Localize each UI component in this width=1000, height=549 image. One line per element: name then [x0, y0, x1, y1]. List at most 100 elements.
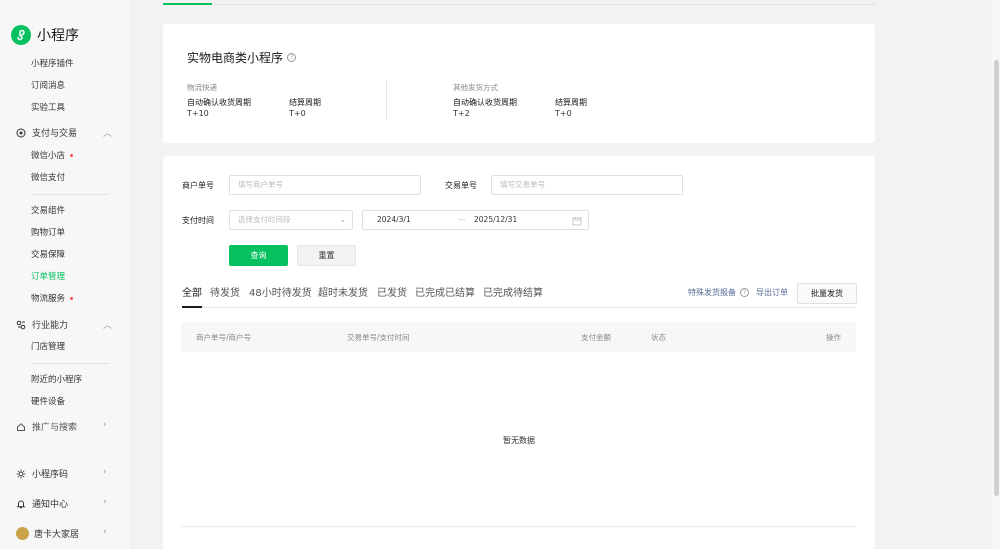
tab-pending-ship[interactable]: 待发货 — [210, 284, 240, 299]
tab-active-underline — [182, 306, 202, 308]
chevron-right-icon: › — [103, 497, 107, 507]
date-end: 2025/12/31 — [474, 215, 518, 224]
th-trade: 交易单号/支付时间 — [347, 333, 410, 342]
special-report-link[interactable]: 特殊发货报备 ? — [688, 287, 749, 298]
miniprogram-logo-icon — [11, 25, 31, 45]
sidebar-item-notify-label: 通知中心 — [32, 500, 69, 510]
search-button[interactable]: 查询 — [229, 245, 288, 266]
trade-no-label: 交易单号 — [445, 181, 477, 190]
th-merchant: 商户单号/商户号 — [196, 333, 252, 342]
calendar-icon — [572, 215, 582, 233]
th-amount: 支付金额 — [581, 333, 611, 342]
chevron-right-icon: › — [103, 420, 107, 430]
sidebar-group-industry-label: 行业能力 — [32, 321, 69, 331]
top-tabs-line — [163, 4, 876, 5]
logistics-settle-label: 结算周期 — [289, 98, 321, 107]
th-status: 状态 — [651, 333, 666, 342]
app-title: 小程序 — [37, 28, 79, 44]
sidebar-item-store-management[interactable]: 门店管理 — [31, 341, 65, 353]
chevron-up-icon: ︿ — [103, 321, 113, 331]
table-bottom-line — [181, 526, 856, 527]
tab-overdue[interactable]: 超时未发货 — [318, 284, 368, 299]
tabs-divider — [182, 307, 856, 308]
sidebar-item-account[interactable]: 唐卡大家居 › — [16, 527, 107, 540]
tab-completed-unsettled[interactable]: 已完成待结算 — [483, 284, 543, 299]
home-icon — [16, 422, 26, 432]
avatar — [16, 527, 29, 540]
sidebar-item-qrcode-label: 小程序码 — [32, 470, 69, 480]
pay-icon — [16, 128, 26, 138]
chevron-right-icon: › — [103, 467, 107, 477]
table-header: 商户单号/商户号 交易单号/支付时间 支付金额 状态 操作 — [181, 322, 856, 352]
sidebar-item-wxshop-label: 微信小店 — [31, 151, 66, 161]
red-dot-badge — [70, 297, 74, 300]
th-actions: 操作 — [826, 333, 841, 342]
sidebar-group-pay-label: 支付与交易 — [32, 129, 78, 139]
special-report-label: 特殊发货报备 — [688, 288, 736, 297]
date-range-picker[interactable]: 2024/3/1 — 2025/12/31 — [362, 210, 589, 230]
other-confirm-value: T+2 — [453, 109, 470, 118]
merchant-no-input[interactable]: 填写商户单号 — [229, 175, 421, 195]
sidebar-item-trade-component[interactable]: 交易组件 — [31, 205, 65, 217]
sidebar-item-order-management[interactable]: 订单管理 — [31, 271, 65, 283]
date-separator: — — [458, 215, 466, 224]
sidebar-item-wxshop[interactable]: 微信小店 — [31, 150, 74, 162]
sidebar-item-logistics-label: 物流服务 — [31, 294, 66, 304]
sidebar-item-wxpay[interactable]: 微信支付 — [31, 172, 65, 184]
chevron-down-icon: ⌄ — [339, 215, 346, 224]
logistics-confirm-value: T+10 — [187, 109, 209, 118]
sidebar-group-pay[interactable]: 支付与交易 ︿ — [16, 126, 112, 139]
red-dot-badge — [70, 154, 74, 157]
logistics-settle-value: T+0 — [289, 109, 306, 118]
tab-shipped[interactable]: 已发货 — [377, 284, 407, 299]
batch-ship-button[interactable]: 批量发货 — [797, 283, 857, 304]
sidebar-item-hardware[interactable]: 硬件设备 — [31, 396, 65, 408]
reset-button[interactable]: 重置 — [297, 245, 356, 266]
top-tab-active-indicator[interactable] — [163, 3, 212, 5]
summary-title: 实物电商类小程序 ? — [187, 49, 297, 66]
bell-icon — [16, 499, 26, 509]
export-orders-link[interactable]: 导出订单 — [756, 287, 788, 298]
help-icon[interactable]: ? — [740, 288, 749, 297]
paytime-label: 支付时间 — [182, 216, 214, 225]
sidebar-item-nearby[interactable]: 附近的小程序 — [31, 374, 82, 386]
date-start: 2024/3/1 — [377, 215, 411, 224]
sidebar-divider — [31, 194, 109, 195]
tab-completed-settled[interactable]: 已完成已结算 — [415, 284, 475, 299]
sun-icon — [16, 469, 26, 479]
help-icon[interactable]: ? — [287, 53, 297, 62]
industry-icon — [16, 320, 26, 330]
sidebar-divider — [31, 363, 109, 364]
paytime-select-placeholder: 选择支付时间段 — [238, 215, 291, 224]
sidebar-item-lab[interactable]: 实验工具 — [31, 102, 65, 114]
other-label: 其他发货方式 — [453, 83, 498, 92]
paytime-select[interactable]: 选择支付时间段 ⌄ — [229, 210, 353, 230]
logistics-label: 物流快递 — [187, 83, 217, 92]
sidebar-item-account-label: 唐卡大家居 — [34, 530, 80, 540]
sidebar-item-notify[interactable]: 通知中心 › — [16, 497, 107, 510]
sidebar-group-industry[interactable]: 行业能力 ︿ — [16, 318, 112, 331]
orders-card: 商户单号 填写商户单号 交易单号 填写交易单号 支付时间 选择支付时间段 ⌄ 2… — [163, 156, 875, 549]
empty-state-text: 暂无数据 — [503, 436, 535, 445]
chevron-right-icon: › — [103, 527, 107, 537]
sidebar: 小程序 小程序插件 订阅消息 实验工具 支付与交易 ︿ 微信小店 微信支付 交易… — [0, 0, 130, 549]
tab-48h-pending[interactable]: 48小时待发货 — [249, 284, 312, 299]
trade-no-input[interactable]: 填写交易单号 — [491, 175, 683, 195]
page-scrollbar-thumb[interactable] — [994, 60, 999, 496]
sidebar-item-shopping-orders[interactable]: 购物订单 — [31, 227, 65, 239]
sidebar-item-qrcode[interactable]: 小程序码 › — [16, 467, 107, 480]
sidebar-group-promo[interactable]: 推广与搜索 › — [16, 420, 107, 433]
merchant-no-label: 商户单号 — [182, 181, 214, 190]
summary-title-text: 实物电商类小程序 — [187, 51, 284, 65]
tab-all[interactable]: 全部 — [182, 284, 202, 299]
sidebar-item-logistics[interactable]: 物流服务 — [31, 293, 74, 305]
chevron-up-icon: ︿ — [103, 129, 113, 139]
other-settle-value: T+0 — [555, 109, 572, 118]
other-settle-label: 结算周期 — [555, 98, 587, 107]
sidebar-item-plugins[interactable]: 小程序插件 — [31, 58, 74, 70]
logistics-confirm-label: 自动确认收货周期 — [187, 98, 251, 107]
summary-card: 实物电商类小程序 ? 物流快递 自动确认收货周期 T+10 结算周期 T+0 其… — [163, 24, 875, 143]
app-logo[interactable]: 小程序 — [11, 25, 79, 45]
sidebar-item-subscribe[interactable]: 订阅消息 — [31, 80, 65, 92]
sidebar-item-trade-guarantee[interactable]: 交易保障 — [31, 249, 65, 261]
